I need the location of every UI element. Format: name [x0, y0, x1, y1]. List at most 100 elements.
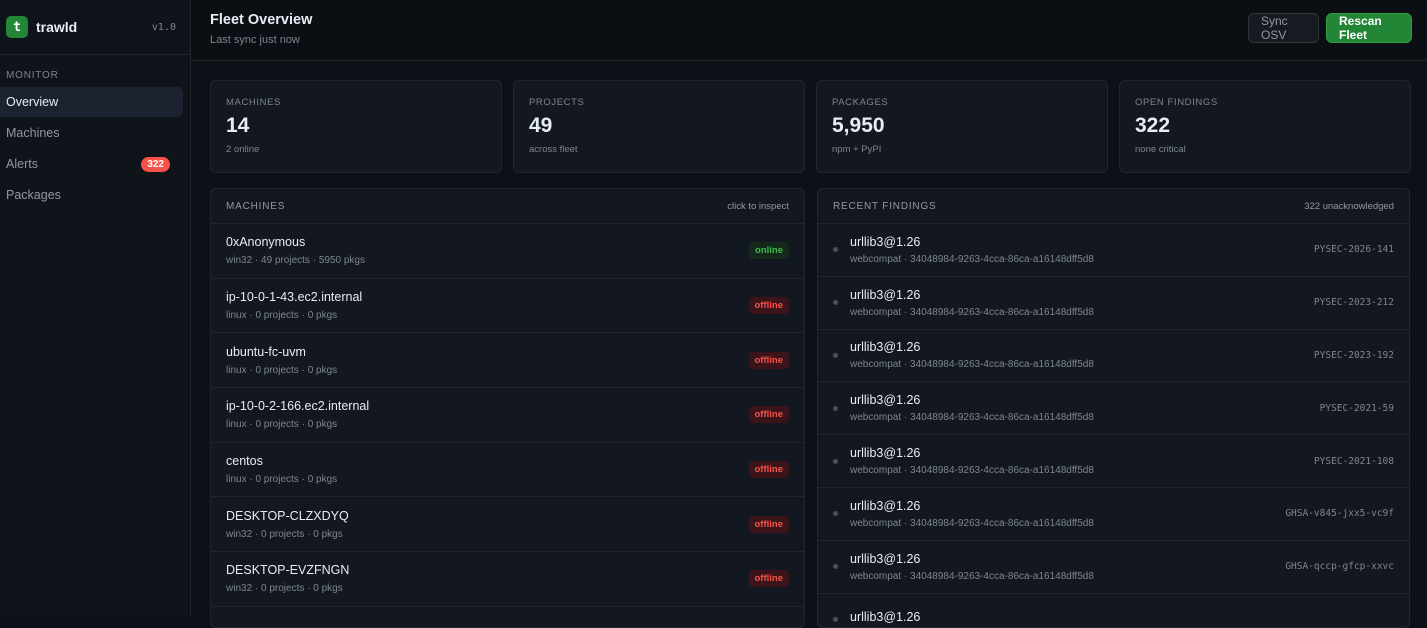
machine-meta: win32 · 0 projects · 0 pkgs	[226, 583, 343, 595]
severity-dot-icon	[833, 564, 838, 570]
severity-dot-icon	[833, 458, 838, 464]
sidebar: t trawld v1.0 MONITOR Overview Machines …	[0, 0, 191, 616]
stat-value: 49	[529, 114, 553, 137]
stat-card-open-findings: OPEN FINDINGS 322 none critical	[1119, 80, 1411, 173]
rescan-fleet-button[interactable]: Rescan Fleet	[1326, 13, 1412, 43]
machine-meta: linux · 0 projects · 0 pkgs	[226, 474, 338, 486]
stat-label: PACKAGES	[832, 97, 889, 108]
panel-header: RECENT FINDINGS 322 unacknowledged	[818, 189, 1409, 224]
machine-row[interactable]: 0xAnonymous win32 · 49 projects · 5950 pk…	[211, 224, 804, 279]
machine-name: centos	[226, 454, 263, 469]
finding-row[interactable]: urllib3@1.26 webcompat · 34048984-9263-4c…	[818, 277, 1409, 330]
severity-dot-icon	[833, 616, 838, 622]
machine-row[interactable]: DESKTOP-CLZXDYQ win32 · 0 projects · 0 pk…	[211, 497, 804, 553]
sidebar-item-machines[interactable]: Machines	[0, 118, 183, 148]
advisory-id: PYSEC-2021-59	[1319, 402, 1394, 414]
stat-sub: 2 online	[226, 144, 260, 155]
sidebar-item-alerts[interactable]: Alerts 322	[0, 149, 183, 179]
stat-value: 14	[226, 114, 250, 137]
status-badge: offline	[748, 515, 789, 533]
machine-row[interactable]: ip-10-0-1-43.ec2.internal linux · 0 proje…	[211, 279, 804, 334]
finding-row[interactable]: urllib3@1.26 webcompat · 34048984-9263-4c…	[818, 435, 1409, 488]
finding-meta: webcompat · 34048984-9263-4cca-86ca-a161…	[850, 306, 1094, 318]
finding-package: urllib3@1.26	[850, 551, 921, 566]
status-badge: offline	[748, 351, 789, 369]
advisory-id: GHSA-v845-jxx5-vc9f	[1285, 508, 1394, 520]
panel-hint: click to inspect	[727, 200, 789, 212]
machine-name: DESKTOP-EVZFNGN	[226, 563, 350, 578]
machine-meta: win32 · 0 projects · 0 pkgs	[226, 528, 343, 540]
finding-row[interactable]: urllib3@1.26	[818, 594, 1409, 627]
stat-label: PROJECTS	[529, 97, 585, 108]
machine-row[interactable]: DESKTOP-EVZFNGN win32 · 0 projects · 0 pk…	[211, 552, 804, 607]
page-title: Fleet Overview	[210, 12, 313, 28]
panel-header: MACHINES click to inspect	[211, 189, 804, 224]
finding-meta: webcompat · 34048984-9263-4cca-86ca-a161…	[850, 359, 1094, 371]
finding-meta: webcompat · 34048984-9263-4cca-86ca-a161…	[850, 465, 1094, 477]
finding-package: urllib3@1.26	[850, 234, 921, 249]
stat-sub: npm + PyPI	[832, 144, 882, 155]
stat-sub: across fleet	[529, 144, 578, 155]
sync-osv-button[interactable]: Sync OSV	[1248, 13, 1319, 43]
machine-name: ubuntu-fc-uvm	[226, 344, 306, 359]
panel-title: RECENT FINDINGS	[833, 200, 937, 212]
app-logo-icon: t	[6, 16, 28, 38]
severity-dot-icon	[833, 247, 838, 253]
machines-panel: MACHINES click to inspect 0xAnonymous win…	[210, 188, 805, 628]
brand: t trawld v1.0	[0, 0, 190, 55]
stat-sub: none critical	[1135, 144, 1186, 155]
finding-package: urllib3@1.26	[850, 446, 921, 461]
stat-card-packages: PACKAGES 5,950 npm + PyPI	[816, 80, 1108, 173]
machine-name: DESKTOP-CLZXDYQ	[226, 508, 349, 523]
severity-dot-icon	[833, 405, 838, 411]
app-name: trawld	[36, 19, 78, 35]
findings-panel: RECENT FINDINGS 322 unacknowledged urlli…	[817, 188, 1410, 628]
machine-meta: linux · 0 projects · 0 pkgs	[226, 310, 338, 322]
finding-row[interactable]: urllib3@1.26 webcompat · 34048984-9263-4c…	[818, 224, 1409, 277]
sidebar-item-overview[interactable]: Overview	[0, 87, 183, 117]
finding-meta: webcompat · 34048984-9263-4cca-86ca-a161…	[850, 412, 1094, 424]
finding-row[interactable]: urllib3@1.26 webcompat · 34048984-9263-4c…	[818, 541, 1409, 594]
status-badge: offline	[748, 297, 789, 315]
app-version: v1.0	[151, 21, 176, 33]
advisory-id: GHSA-qccp-gfcp-xxvc	[1285, 561, 1394, 573]
finding-package: urllib3@1.26	[850, 498, 921, 513]
sidebar-item-label: Machines	[6, 126, 60, 140]
machine-row[interactable]: ubuntu-fc-uvm linux · 0 projects · 0 pkgs…	[211, 333, 804, 389]
sidebar-item-label: Alerts	[6, 157, 38, 171]
finding-meta: webcompat · 34048984-9263-4cca-86ca-a161…	[850, 517, 1094, 529]
stat-label: MACHINES	[226, 97, 281, 108]
status-badge: offline	[748, 570, 789, 588]
finding-meta: webcompat · 34048984-9263-4cca-86ca-a161…	[850, 253, 1094, 265]
finding-row[interactable]: urllib3@1.26 webcompat · 34048984-9263-4c…	[818, 330, 1409, 383]
machine-name: 0xAnonymous	[226, 235, 306, 250]
sidebar-section-label: MONITOR	[6, 70, 59, 81]
finding-row[interactable]: urllib3@1.26 webcompat · 34048984-9263-4c…	[818, 488, 1409, 541]
stat-card-machines: MACHINES 14 2 online	[210, 80, 502, 173]
severity-dot-icon	[833, 511, 838, 517]
status-badge: offline	[748, 406, 789, 424]
last-sync-text: Last sync just now	[210, 34, 300, 46]
finding-package: urllib3@1.26	[850, 287, 921, 302]
machine-meta: win32 · 49 projects · 5950 pkgs	[226, 255, 365, 267]
finding-package: urllib3@1.26	[850, 609, 921, 624]
stats-row: MACHINES 14 2 online PROJECTS 49 across …	[210, 80, 1411, 173]
machine-row[interactable]: centos linux · 0 projects · 0 pkgs offlin…	[211, 443, 804, 498]
severity-dot-icon	[833, 352, 838, 358]
stat-value: 322	[1135, 114, 1171, 137]
finding-row[interactable]: urllib3@1.26 webcompat · 34048984-9263-4c…	[818, 382, 1409, 436]
page-header: Fleet Overview Last sync just now Sync O…	[191, 0, 1427, 61]
machine-meta: linux · 0 projects · 0 pkgs	[226, 419, 338, 431]
stat-card-projects: PROJECTS 49 across fleet	[513, 80, 805, 173]
status-badge: offline	[748, 461, 789, 479]
stat-value: 5,950	[832, 114, 885, 137]
panel-title: MACHINES	[226, 200, 286, 212]
sidebar-item-packages[interactable]: Packages	[0, 180, 183, 210]
advisory-id: PYSEC-2023-192	[1313, 349, 1394, 361]
advisory-id: PYSEC-2026-141	[1313, 244, 1394, 256]
status-badge: online	[749, 242, 789, 260]
machine-row[interactable]: ip-10-0-2-166.ec2.internal linux · 0 proj…	[211, 388, 804, 443]
finding-meta: webcompat · 34048984-9263-4cca-86ca-a161…	[850, 570, 1094, 582]
severity-dot-icon	[833, 300, 838, 306]
sidebar-item-label: Overview	[6, 95, 59, 109]
